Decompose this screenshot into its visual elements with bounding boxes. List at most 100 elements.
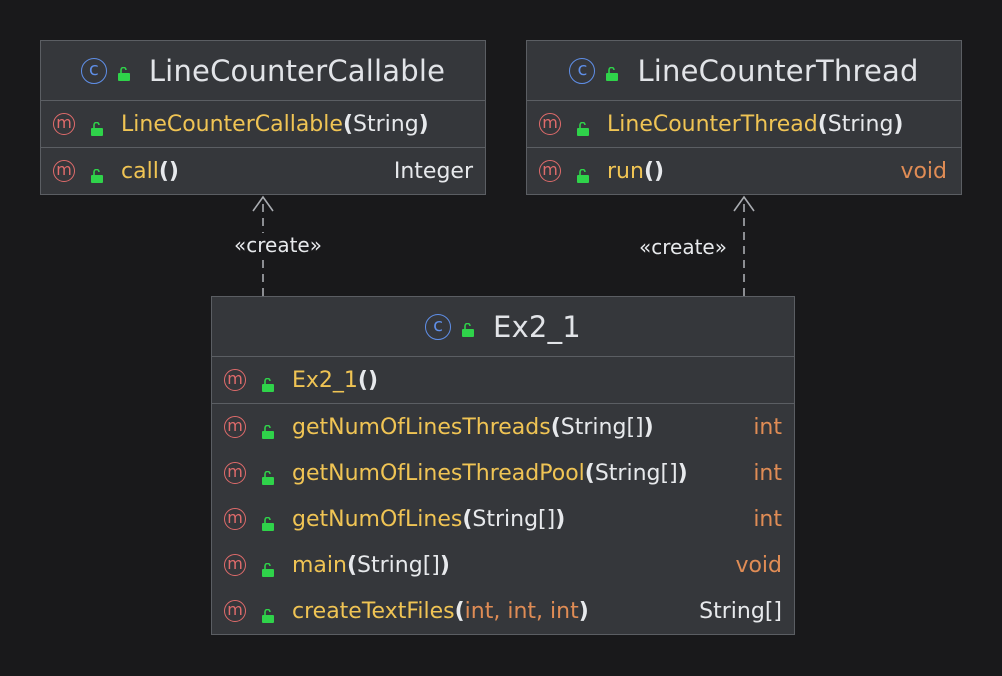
public-lock-icon xyxy=(576,117,590,136)
paren-close: ) xyxy=(367,367,379,393)
constructor-row[interactable]: m LineCounterThread(String) xyxy=(527,101,961,147)
class-box-linecountercallable[interactable]: c LineCounterCallable m LineCounterCallab… xyxy=(40,40,486,195)
methods-container: m Ex2_1() m getNumOfLinesThreads(String[]) i… xyxy=(212,357,794,634)
class-box-ex2-1[interactable]: c Ex2_1 m Ex2_1() m getNumOfLinesThreads(St… xyxy=(211,296,795,635)
param-type: String[] xyxy=(560,414,644,440)
paren-close: ) xyxy=(654,158,665,184)
return-type: void xyxy=(900,158,947,184)
paren-close: ) xyxy=(168,158,179,184)
public-lock-icon xyxy=(461,322,475,337)
method-signature: LineCounterCallable(String) xyxy=(121,112,429,137)
method-icon: m xyxy=(224,508,246,530)
public-lock-icon xyxy=(261,512,275,531)
methods-container: m LineCounterThread(String) m run() void xyxy=(527,101,961,194)
paren-open: ( xyxy=(817,111,828,137)
method-icon: m xyxy=(539,113,561,135)
param-type: String[] xyxy=(594,460,678,486)
method-icon: m xyxy=(53,160,75,182)
method-icon: m xyxy=(224,462,246,484)
methods-section: m getNumOfLinesThreads(String[]) int m getNu… xyxy=(212,404,794,634)
constructor-row[interactable]: m Ex2_1() xyxy=(212,357,794,403)
method-name: getNumOfLines xyxy=(292,506,463,532)
class-name: Ex2_1 xyxy=(493,309,581,344)
paren-close: ) xyxy=(578,598,589,624)
method-row[interactable]: m getNumOfLines(String[]) int xyxy=(212,496,794,542)
paren-close: ) xyxy=(643,414,654,440)
class-header: c Ex2_1 xyxy=(212,297,794,357)
method-signature: getNumOfLinesThreadPool(String[]) xyxy=(292,461,688,486)
method-row[interactable]: m getNumOfLinesThreadPool(String[]) int xyxy=(212,450,794,496)
constructor-row[interactable]: m LineCounterCallable(String) xyxy=(41,101,485,147)
class-box-linecounterthread[interactable]: c LineCounterThread m LineCounterThread(S… xyxy=(526,40,962,195)
method-row[interactable]: m main(String[]) void xyxy=(212,542,794,588)
class-name: LineCounterCallable xyxy=(148,53,446,88)
param-separator: , xyxy=(493,598,508,624)
constructor-section: m LineCounterThread(String) xyxy=(527,101,961,148)
method-name: Ex2_1 xyxy=(292,367,358,393)
paren-open: ( xyxy=(346,552,358,578)
paren-open: ( xyxy=(550,414,561,440)
paren-open: ( xyxy=(158,158,169,184)
method-name: getNumOfLinesThreads xyxy=(292,414,551,440)
public-lock-icon xyxy=(605,66,619,81)
method-signature: getNumOfLines(String[]) xyxy=(292,507,565,532)
methods-container: m LineCounterCallable(String) m call() Integ… xyxy=(41,101,485,194)
method-row[interactable]: m getNumOfLinesThreads(String[]) int xyxy=(212,404,794,450)
class-header: c LineCounterThread xyxy=(527,41,961,101)
paren-close: ) xyxy=(677,460,688,486)
public-lock-icon xyxy=(117,66,131,81)
public-lock-icon xyxy=(90,117,104,136)
constructor-section: m LineCounterCallable(String) xyxy=(41,101,485,148)
method-row[interactable]: m run() void xyxy=(527,148,961,194)
paren-close: ) xyxy=(555,506,566,532)
public-lock-icon xyxy=(90,164,104,183)
return-type: int xyxy=(753,460,782,486)
public-lock-icon xyxy=(261,558,275,577)
method-row[interactable]: m call() Integer xyxy=(41,148,485,194)
param-type: String xyxy=(827,111,894,137)
param-type: String[] xyxy=(472,506,556,532)
method-icon: m xyxy=(224,600,246,622)
paren-open: ( xyxy=(462,506,473,532)
paren-open: ( xyxy=(584,460,595,486)
paren-close: ) xyxy=(418,111,429,137)
method-icon: m xyxy=(53,113,75,135)
class-icon: c xyxy=(80,57,107,84)
method-signature: LineCounterThread(String) xyxy=(607,112,903,137)
method-signature: Ex2_1() xyxy=(292,368,378,393)
method-name: run xyxy=(607,158,644,184)
return-type: Integer xyxy=(393,158,473,184)
class-icon: c xyxy=(425,313,452,340)
return-type: String[] xyxy=(699,598,782,624)
paren-close: ) xyxy=(893,111,904,137)
param-type: String xyxy=(353,111,419,137)
public-lock-icon xyxy=(261,604,275,623)
method-name: call xyxy=(121,158,159,184)
method-signature: getNumOfLinesThreads(String[]) xyxy=(292,415,654,440)
method-signature: main(String[]) xyxy=(292,553,450,578)
create-label-callable: «create» xyxy=(233,233,323,257)
constructor-section: m Ex2_1() xyxy=(212,357,794,404)
method-name: getNumOfLinesThreadPool xyxy=(292,460,585,486)
param-type: int xyxy=(550,598,579,624)
param-type: int xyxy=(507,598,537,624)
method-signature: call() xyxy=(121,159,179,184)
public-lock-icon xyxy=(261,420,275,439)
class-icon: c xyxy=(569,57,596,84)
method-icon: m xyxy=(539,160,561,182)
method-name: LineCounterThread xyxy=(607,111,818,137)
methods-section: m run() void xyxy=(527,148,961,194)
return-type: void xyxy=(735,552,782,578)
class-header: c LineCounterCallable xyxy=(41,41,485,101)
public-lock-icon xyxy=(576,164,590,183)
method-signature: run() xyxy=(607,159,664,184)
paren-close: ) xyxy=(439,552,450,578)
method-row[interactable]: m createTextFiles(int, int, int) String[] xyxy=(212,588,794,634)
paren-open: ( xyxy=(357,367,368,393)
return-type: int xyxy=(753,414,782,440)
method-name: LineCounterCallable xyxy=(121,111,343,137)
paren-open: ( xyxy=(342,111,353,137)
create-label-thread: «create» xyxy=(638,235,728,259)
public-lock-icon xyxy=(261,373,275,392)
methods-section: m call() Integer xyxy=(41,148,485,194)
